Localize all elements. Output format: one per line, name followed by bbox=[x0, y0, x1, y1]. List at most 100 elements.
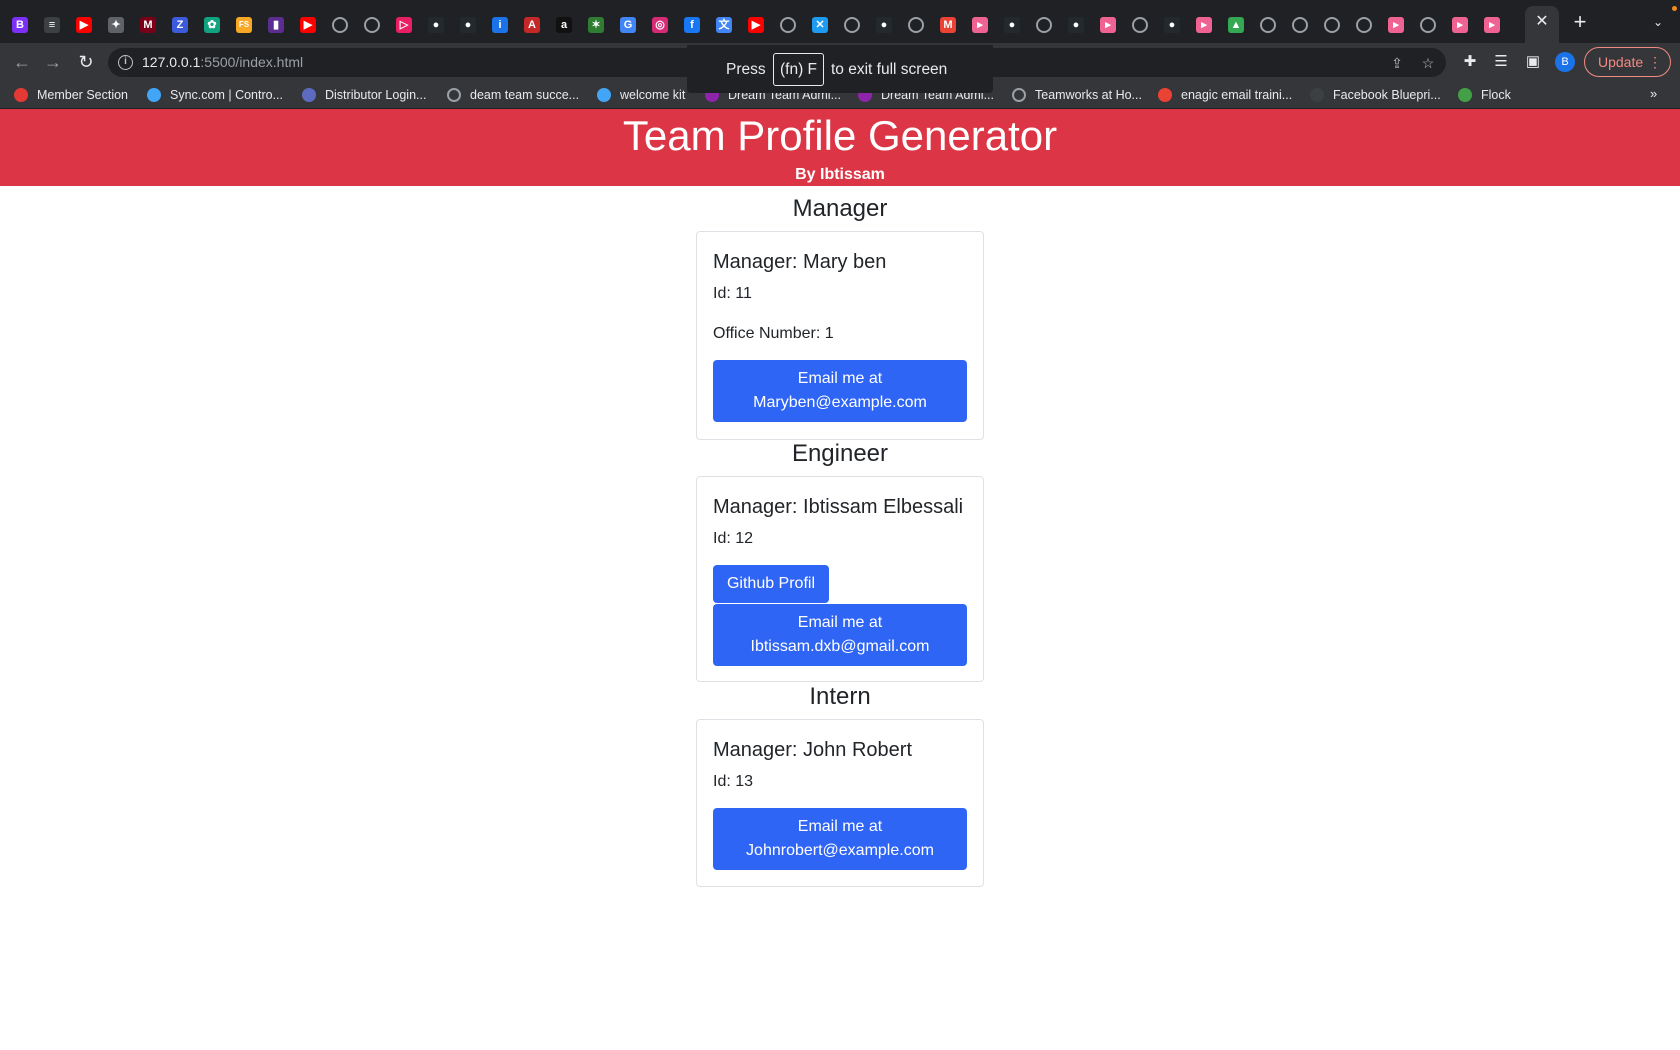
favicon-tab-icon[interactable]: ▸ bbox=[1484, 17, 1500, 33]
tab-search-chevron-icon[interactable]: ⌄ bbox=[1648, 14, 1668, 30]
bookmark-favicon-icon bbox=[302, 88, 316, 102]
email-button[interactable]: Email me at Johnrobert@example.com bbox=[713, 808, 967, 870]
bookmark-label: Sync.com | Contro... bbox=[170, 88, 284, 102]
favicon-tab-icon[interactable]: ✕ bbox=[812, 17, 828, 33]
page-header: Team Profile Generator By Ibtissam bbox=[0, 109, 1680, 186]
favicon-tab-icon[interactable]: G bbox=[620, 17, 636, 33]
favicon-tab-icon[interactable]: ◎ bbox=[652, 17, 668, 33]
favicon-tab-icon[interactable]: ▸ bbox=[1196, 17, 1212, 33]
url-text[interactable]: 127.0.0.1:5500/index.html bbox=[142, 54, 303, 70]
bookmark-item[interactable]: Member Section bbox=[14, 86, 128, 104]
bookmark-label: welcome kit bbox=[620, 88, 686, 102]
bookmark-favicon-icon bbox=[1158, 88, 1172, 102]
notification-dot bbox=[1672, 6, 1677, 11]
favicon-tab-icon[interactable]: ▲ bbox=[1228, 17, 1244, 33]
favicon-tab-icon[interactable]: ▶ bbox=[76, 17, 92, 33]
favicon-tab-icon[interactable]: Z bbox=[172, 17, 188, 33]
close-tab-icon[interactable]: ✕ bbox=[1534, 12, 1550, 32]
favicon-tab-icon[interactable]: ▷ bbox=[396, 17, 412, 33]
profile-card-intern: Manager: John Robert Id: 13 Email me at … bbox=[696, 719, 984, 887]
favicon-tab-icon[interactable]: ● bbox=[876, 17, 892, 33]
bookmark-item[interactable]: welcome kit bbox=[597, 86, 685, 104]
side-panel-icon[interactable]: ▣ bbox=[1524, 53, 1542, 71]
globe-tab-icon[interactable] bbox=[1356, 17, 1372, 33]
favicon-tab-icon[interactable]: ✿ bbox=[204, 17, 220, 33]
toast-text-before: Press bbox=[726, 61, 766, 78]
favicon-tab-icon[interactable]: FS bbox=[236, 17, 252, 33]
bookmark-item[interactable]: enagic email traini... bbox=[1158, 86, 1292, 104]
bookmark-label: deam team succe... bbox=[470, 88, 580, 102]
new-tab-button[interactable]: + bbox=[1570, 11, 1590, 33]
back-arrow-icon[interactable]: ← bbox=[12, 52, 32, 72]
bookmark-favicon-icon bbox=[147, 88, 161, 102]
favicon-tab-icon[interactable]: ● bbox=[460, 17, 476, 33]
favicon-tab-icon[interactable]: B bbox=[12, 17, 28, 33]
favicon-tab-icon[interactable]: ● bbox=[1068, 17, 1084, 33]
section-heading-intern: Intern bbox=[809, 683, 871, 710]
favicon-tab-icon[interactable]: i bbox=[492, 17, 508, 33]
favicon-tab-icon[interactable]: ✶ bbox=[588, 17, 604, 33]
globe-tab-icon[interactable] bbox=[1260, 17, 1276, 33]
favicon-tab-icon[interactable]: ▸ bbox=[1452, 17, 1468, 33]
github-profile-button[interactable]: Github Profil bbox=[713, 565, 829, 603]
favicon-tab-icon[interactable]: A bbox=[524, 17, 540, 33]
bookmark-item[interactable]: Distributor Login... bbox=[302, 86, 426, 104]
favicon-tab-icon[interactable]: ▸ bbox=[1100, 17, 1116, 33]
bookmark-star-icon[interactable]: ☆ bbox=[1419, 54, 1437, 72]
email-button[interactable]: Email me at Maryben@example.com bbox=[713, 360, 967, 422]
favicon-tab-icon[interactable]: a bbox=[556, 17, 572, 33]
bookmark-label: Distributor Login... bbox=[325, 88, 427, 102]
favicon-tab-icon[interactable]: ✦ bbox=[108, 17, 124, 33]
globe-tab-icon[interactable] bbox=[1324, 17, 1340, 33]
globe-tab-icon[interactable] bbox=[780, 17, 796, 33]
favicon-tab-icon[interactable]: ● bbox=[1164, 17, 1180, 33]
globe-tab-icon[interactable] bbox=[1292, 17, 1308, 33]
favicon-tab-icon[interactable]: ▮ bbox=[268, 17, 284, 33]
favicon-tab-icon[interactable]: ▶ bbox=[748, 17, 764, 33]
favicon-tab-icon[interactable]: M bbox=[940, 17, 956, 33]
extensions-puzzle-icon[interactable]: ✚ bbox=[1461, 53, 1479, 71]
email-button[interactable]: Email me at Ibtissam.dxb@gmail.com bbox=[713, 604, 967, 666]
favicon-tab-icon[interactable]: ▸ bbox=[972, 17, 988, 33]
bookmark-item[interactable]: deam team succe... bbox=[447, 86, 579, 104]
bookmark-item[interactable]: Sync.com | Contro... bbox=[147, 86, 283, 104]
bookmark-item[interactable]: Teamworks at Ho... bbox=[1012, 86, 1142, 104]
favicon-tab-icon[interactable]: ● bbox=[428, 17, 444, 33]
globe-tab-icon[interactable] bbox=[1420, 17, 1436, 33]
share-icon[interactable]: ⇪ bbox=[1388, 54, 1406, 72]
profile-card-manager: Manager: Mary ben Id: 11 Office Number: … bbox=[696, 231, 984, 440]
email-button-line1: Email me at bbox=[797, 818, 883, 835]
bookmark-favicon-icon bbox=[1310, 88, 1324, 102]
bookmark-item[interactable]: Flock bbox=[1458, 86, 1511, 104]
site-info-icon[interactable]: i bbox=[118, 55, 133, 70]
update-button[interactable]: Update ⋮ bbox=[1584, 47, 1671, 77]
toast-text-after: to exit full screen bbox=[831, 61, 948, 78]
globe-tab-icon[interactable] bbox=[1036, 17, 1052, 33]
more-menu-icon[interactable]: ⋮ bbox=[1648, 48, 1662, 76]
globe-tab-icon[interactable] bbox=[908, 17, 924, 33]
url-path: :5500/index.html bbox=[200, 54, 304, 70]
reload-icon[interactable]: ↻ bbox=[76, 52, 96, 72]
favicon-tab-icon[interactable]: f bbox=[684, 17, 700, 33]
favicon-tab-icon[interactable]: ▶ bbox=[300, 17, 316, 33]
favicon-tab-icon[interactable]: M bbox=[140, 17, 156, 33]
favicon-tab-icon[interactable]: 文 bbox=[716, 17, 732, 33]
favicon-tab-icon[interactable]: ≡ bbox=[44, 17, 60, 33]
globe-tab-icon[interactable] bbox=[332, 17, 348, 33]
globe-tab-icon[interactable] bbox=[1132, 17, 1148, 33]
favicon-tab-icon[interactable]: ● bbox=[1004, 17, 1020, 33]
forward-arrow-icon[interactable]: → bbox=[43, 52, 63, 72]
email-button-line1: Email me at bbox=[797, 370, 883, 387]
globe-tab-icon[interactable] bbox=[844, 17, 860, 33]
globe-tab-icon[interactable] bbox=[364, 17, 380, 33]
bookmark-label: Flock bbox=[1481, 88, 1511, 102]
email-button-line1: Email me at bbox=[797, 614, 883, 631]
card-office-number: Office Number: 1 bbox=[713, 325, 834, 342]
favicon-tab-icon[interactable]: ▸ bbox=[1388, 17, 1404, 33]
bookmark-item[interactable]: Facebook Bluepri... bbox=[1310, 86, 1441, 104]
bookmarks-overflow-icon[interactable]: » bbox=[1650, 86, 1657, 101]
bookmark-label: Member Section bbox=[37, 88, 129, 102]
profile-avatar[interactable]: B bbox=[1555, 52, 1575, 72]
reading-list-icon[interactable]: ☰ bbox=[1492, 53, 1510, 71]
profile-card-engineer: Manager: Ibtissam Elbessali Id: 12 Githu… bbox=[696, 476, 984, 682]
